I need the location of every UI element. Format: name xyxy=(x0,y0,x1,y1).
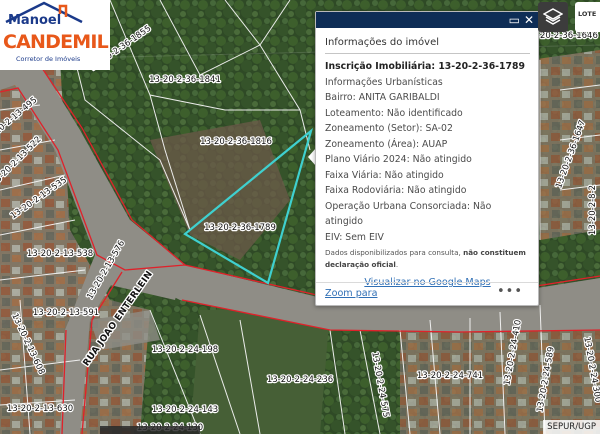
disclaimer-end: . xyxy=(395,260,399,269)
maximize-icon[interactable]: ▭ xyxy=(509,13,520,27)
lot-label: 13-20-2-13-538 xyxy=(27,249,93,259)
popup-header: ▭ ✕ xyxy=(316,12,538,28)
zoom-to-link[interactable]: Zoom para xyxy=(325,288,378,299)
lot-label: 13-20-2-36-1816 xyxy=(200,137,272,147)
popup-title: Informações do imóvel xyxy=(325,37,530,54)
bairro: Bairro: ANITA GARIBALDI xyxy=(325,92,440,103)
lot-label: 13-20-2-13-591 xyxy=(33,308,99,318)
popup-footer: Zoom para ••• xyxy=(316,282,538,305)
faixa-rodoviaria: Faixa Rodoviária: Não atingido xyxy=(325,185,467,196)
lot-label: 13-20-2-24-741 xyxy=(417,371,483,381)
map-attribution: SEPUR/UGP xyxy=(543,420,600,434)
lot-label: 13-20-2-8-2 xyxy=(588,185,598,235)
zoneamento-area: Zoneamento (Área): AUAP xyxy=(325,138,448,150)
inscricao-imobiliaria: Inscrição Imobiliária: 13-20-2-36-1789 xyxy=(325,61,525,72)
disclaimer-text: Dados disponibilizados para consulta, xyxy=(325,248,464,257)
lot-label: 13-20-2-24-198 xyxy=(152,345,218,355)
more-options-icon[interactable]: ••• xyxy=(497,284,523,299)
logo-name: Manoel xyxy=(8,13,62,28)
lot-label: 13-20-2-36-1841 xyxy=(149,75,221,85)
faixa-viaria: Faixa Viária: Não atingido xyxy=(325,169,444,181)
logo-brand: CANDEMIL xyxy=(3,31,109,53)
lot-label: 13-20-2-24-143 xyxy=(152,405,218,415)
plano-viario: Plano Viário 2024: Não atingido xyxy=(325,154,472,165)
loteamento: Loteamento: Não identificado xyxy=(325,107,463,119)
eiv: EIV: Sem EIV xyxy=(325,231,384,243)
lot-label: 13-20-2-13-630 xyxy=(7,404,73,414)
lotes-layer-button[interactable]: LOTE xyxy=(575,2,600,32)
disclaimer: Dados disponibilizados para consulta, nã… xyxy=(325,247,530,271)
popup-body: Inscrição Imobiliária: 13-20-2-36-1789 I… xyxy=(316,54,538,291)
zoneamento-setor: Zoneamento (Setor): SA-02 xyxy=(325,123,453,134)
lotes-label: LOTE xyxy=(578,10,597,18)
logo-subtitle: Corretor de Imóveis xyxy=(16,55,81,63)
lot-label: 13-20-2-24-236 xyxy=(267,375,333,385)
layers-icon xyxy=(543,8,563,25)
property-info-popup: ▭ ✕ Informações do imóvel Inscrição Imob… xyxy=(315,11,539,306)
scale-bar xyxy=(100,426,200,434)
lot-label-selected: 13-20-2-36-1789 xyxy=(204,223,276,233)
informacoes-urbanisticas: Informações Urbanísticas xyxy=(325,76,443,88)
layers-button[interactable] xyxy=(538,2,568,32)
operacao-urbana: Operação Urbana Consorciada: Não atingid… xyxy=(325,200,492,228)
close-icon[interactable]: ✕ xyxy=(524,13,534,27)
logo: Manoel CANDEMIL Corretor de Imóveis xyxy=(0,0,110,70)
